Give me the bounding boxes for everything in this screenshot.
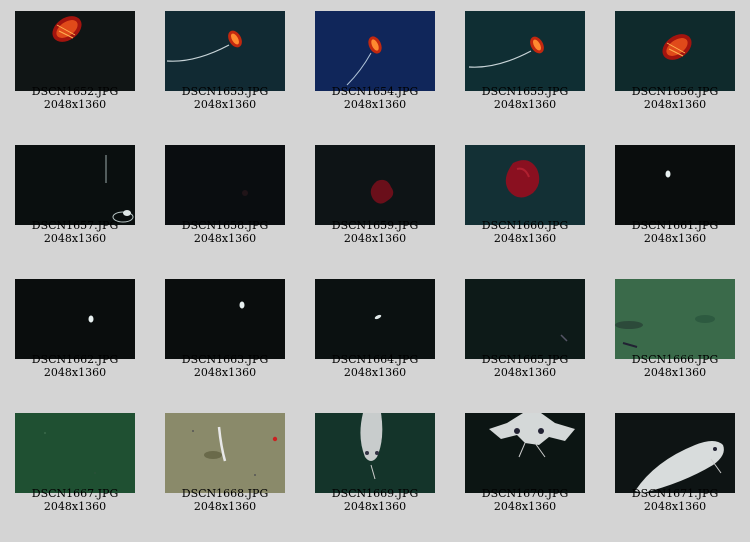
thumbnail-item: DSCN1661.JPG 2048x1360 (600, 134, 750, 268)
thumbnail-dimensions: 2048x1360 (343, 500, 407, 513)
thumbnail-item: DSCN1656.JPG 2048x1360 (600, 0, 750, 134)
thumbnail-item: DSCN1663.JPG 2048x1360 (150, 268, 300, 402)
thumbnail-item: DSCN1660.JPG 2048x1360 (450, 134, 600, 268)
thumbnail-dimensions: 2048x1360 (493, 232, 557, 245)
thumbnail-image[interactable] (615, 145, 735, 225)
thumbnail-image[interactable] (465, 145, 585, 225)
thumbnail-dimensions: 2048x1360 (643, 500, 707, 513)
thumbnail-dimensions: 2048x1360 (43, 366, 107, 379)
thumbnail-image[interactable] (165, 11, 285, 91)
thumbnail-filename[interactable]: DSCN1663.JPG (150, 353, 300, 366)
thumbnail-item: DSCN1657.JPG 2048x1360 (0, 134, 150, 268)
thumbnail-gallery: DSCN1652.JPG 2048x1360 DSCN1653.JPG 2048… (0, 0, 750, 542)
thumbnail-dimensions: 2048x1360 (643, 98, 707, 111)
thumbnail-filename[interactable]: DSCN1660.JPG (450, 219, 600, 232)
thumbnail-item: DSCN1664.JPG 2048x1360 (300, 268, 450, 402)
thumbnail-image[interactable] (15, 279, 135, 359)
thumbnail-image[interactable] (315, 11, 435, 91)
thumbnail-dimensions: 2048x1360 (493, 98, 557, 111)
thumbnail-filename[interactable]: DSCN1671.JPG (600, 487, 750, 500)
thumbnail-dimensions: 2048x1360 (343, 366, 407, 379)
thumbnail-item: DSCN1666.JPG 2048x1360 (600, 268, 750, 402)
thumbnail-filename[interactable]: DSCN1652.JPG (0, 85, 150, 98)
thumbnail-dimensions: 2048x1360 (193, 366, 257, 379)
thumbnail-filename[interactable]: DSCN1656.JPG (600, 85, 750, 98)
thumbnail-image[interactable] (315, 413, 435, 493)
thumbnail-dimensions: 2048x1360 (193, 232, 257, 245)
thumbnail-filename[interactable]: DSCN1659.JPG (300, 219, 450, 232)
thumbnail-filename[interactable]: DSCN1661.JPG (600, 219, 750, 232)
thumbnail-dimensions: 2048x1360 (343, 98, 407, 111)
thumbnail-image[interactable] (165, 413, 285, 493)
thumbnail-image[interactable] (465, 11, 585, 91)
thumbnail-item: DSCN1667.JPG 2048x1360 (0, 402, 150, 536)
thumbnail-dimensions: 2048x1360 (493, 500, 557, 513)
thumbnail-filename[interactable]: DSCN1665.JPG (450, 353, 600, 366)
thumbnail-filename[interactable]: DSCN1667.JPG (0, 487, 150, 500)
thumbnail-image[interactable] (15, 413, 135, 493)
thumbnail-image[interactable] (315, 145, 435, 225)
thumbnail-dimensions: 2048x1360 (193, 500, 257, 513)
thumbnail-filename[interactable]: DSCN1653.JPG (150, 85, 300, 98)
thumbnail-filename[interactable]: DSCN1664.JPG (300, 353, 450, 366)
thumbnail-image[interactable] (465, 413, 585, 493)
thumbnail-item: DSCN1652.JPG 2048x1360 (0, 0, 150, 134)
thumbnail-item: DSCN1655.JPG 2048x1360 (450, 0, 600, 134)
thumbnail-dimensions: 2048x1360 (43, 500, 107, 513)
thumbnail-item: DSCN1654.JPG 2048x1360 (300, 0, 450, 134)
thumbnail-dimensions: 2048x1360 (493, 366, 557, 379)
thumbnail-dimensions: 2048x1360 (643, 366, 707, 379)
thumbnail-item: DSCN1671.JPG 2048x1360 (600, 402, 750, 536)
thumbnail-filename[interactable]: DSCN1669.JPG (300, 487, 450, 500)
thumbnail-item: DSCN1669.JPG 2048x1360 (300, 402, 450, 536)
thumbnail-image[interactable] (615, 413, 735, 493)
thumbnail-filename[interactable]: DSCN1658.JPG (150, 219, 300, 232)
thumbnail-image[interactable] (315, 279, 435, 359)
thumbnail-image[interactable] (15, 145, 135, 225)
thumbnail-item: DSCN1665.JPG 2048x1360 (450, 268, 600, 402)
thumbnail-image[interactable] (615, 279, 735, 359)
thumbnail-item: DSCN1659.JPG 2048x1360 (300, 134, 450, 268)
thumbnail-image[interactable] (15, 11, 135, 91)
thumbnail-item: DSCN1668.JPG 2048x1360 (150, 402, 300, 536)
thumbnail-dimensions: 2048x1360 (43, 232, 107, 245)
thumbnail-filename[interactable]: DSCN1662.JPG (0, 353, 150, 366)
thumbnail-filename[interactable]: DSCN1668.JPG (150, 487, 300, 500)
thumbnail-image[interactable] (465, 279, 585, 359)
thumbnail-item: DSCN1653.JPG 2048x1360 (150, 0, 300, 134)
thumbnail-item: DSCN1658.JPG 2048x1360 (150, 134, 300, 268)
thumbnail-dimensions: 2048x1360 (43, 98, 107, 111)
thumbnail-dimensions: 2048x1360 (643, 232, 707, 245)
thumbnail-item: DSCN1670.JPG 2048x1360 (450, 402, 600, 536)
thumbnail-item: DSCN1662.JPG 2048x1360 (0, 268, 150, 402)
thumbnail-filename[interactable]: DSCN1657.JPG (0, 219, 150, 232)
thumbnail-filename[interactable]: DSCN1655.JPG (450, 85, 600, 98)
thumbnail-filename[interactable]: DSCN1666.JPG (600, 353, 750, 366)
thumbnail-image[interactable] (165, 279, 285, 359)
thumbnail-filename[interactable]: DSCN1654.JPG (300, 85, 450, 98)
thumbnail-image[interactable] (615, 11, 735, 91)
thumbnail-image[interactable] (165, 145, 285, 225)
thumbnail-dimensions: 2048x1360 (193, 98, 257, 111)
thumbnail-filename[interactable]: DSCN1670.JPG (450, 487, 600, 500)
thumbnail-dimensions: 2048x1360 (343, 232, 407, 245)
